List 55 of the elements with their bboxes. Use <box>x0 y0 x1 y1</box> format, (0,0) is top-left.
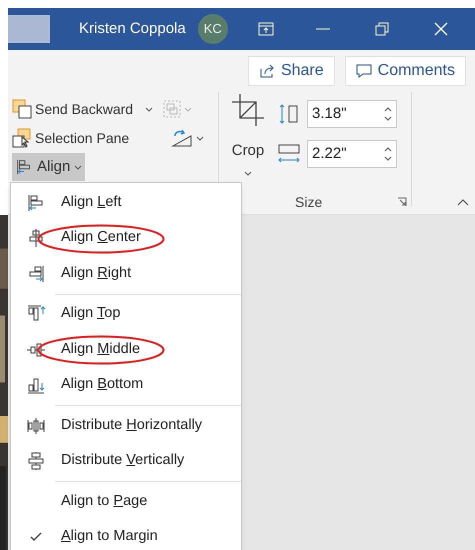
rotate-button[interactable] <box>171 128 204 148</box>
menu-item-label: Align to Page <box>61 492 148 511</box>
dropdown-chevron-icon <box>244 170 252 176</box>
menu-item[interactable]: Distribute Horizontally <box>11 408 241 444</box>
distribute-horizontal-icon <box>26 416 46 436</box>
close-icon[interactable] <box>434 22 448 36</box>
menu-item[interactable]: Align to Margin <box>11 520 241 550</box>
ribbon-display-icon[interactable] <box>258 22 274 36</box>
rotate-icon <box>171 128 194 148</box>
dropdown-chevron-icon <box>74 164 82 170</box>
send-backward-icon <box>12 99 32 119</box>
menu-item[interactable]: Align Right <box>11 256 241 292</box>
menu-item[interactable]: Align to Page <box>11 484 241 520</box>
menu-item-label: Align Center <box>61 228 141 248</box>
menu-item-label: Distribute Vertically <box>61 451 184 470</box>
menu-item[interactable]: Align Top <box>11 296 241 332</box>
selection-pane-button[interactable]: Selection Pane <box>12 124 134 152</box>
comments-button[interactable]: Comments <box>344 56 466 86</box>
menu-item[interactable]: Align Middle <box>11 332 241 368</box>
dropdown-chevron-icon <box>145 106 154 112</box>
share-button[interactable]: Share <box>248 56 335 86</box>
dropdown-chevron-icon <box>196 136 204 140</box>
distribute-vertical-icon <box>26 451 46 472</box>
dialog-launcher-icon[interactable] <box>397 197 407 207</box>
menu-item-label: Align to Margin <box>61 527 158 546</box>
minimize-icon[interactable] <box>316 28 330 30</box>
selection-pane-icon <box>12 128 32 148</box>
menu-item-label: Align Right <box>61 264 132 283</box>
share-icon <box>258 63 275 79</box>
align-icon <box>15 158 33 176</box>
menu-item-label: Align Bottom <box>61 375 144 394</box>
spinner-icon[interactable] <box>384 146 392 162</box>
menu-item[interactable]: Align Center <box>11 220 241 256</box>
group-icon <box>163 100 182 118</box>
avatar[interactable]: KC <box>198 14 228 44</box>
height-field[interactable]: 3.18" <box>307 100 397 128</box>
comment-icon <box>356 63 372 79</box>
width-icon <box>277 143 301 165</box>
align-button[interactable]: Align <box>12 153 86 181</box>
send-backward-button[interactable]: Send Backward <box>12 95 138 123</box>
dropdown-chevron-icon <box>184 106 192 112</box>
user-name: Kristen Coppola <box>79 18 186 39</box>
crop-icon <box>232 94 264 126</box>
group-label: Size <box>295 192 322 212</box>
search-field[interactable] <box>8 15 50 43</box>
menu-item[interactable]: Align Bottom <box>11 368 241 403</box>
menu-item-label: Align Left <box>61 192 122 212</box>
restore-icon[interactable] <box>374 22 389 36</box>
width-field[interactable]: 2.22" <box>307 140 397 168</box>
collapse-ribbon-icon[interactable] <box>457 199 469 206</box>
menu-item-label: Align Top <box>61 304 120 324</box>
menu-item-label: Align Middle <box>61 340 140 359</box>
menu-item-label: Distribute Horizontally <box>61 416 202 435</box>
menu-item[interactable]: Distribute Vertically <box>11 444 241 479</box>
spinner-icon[interactable] <box>384 106 392 122</box>
